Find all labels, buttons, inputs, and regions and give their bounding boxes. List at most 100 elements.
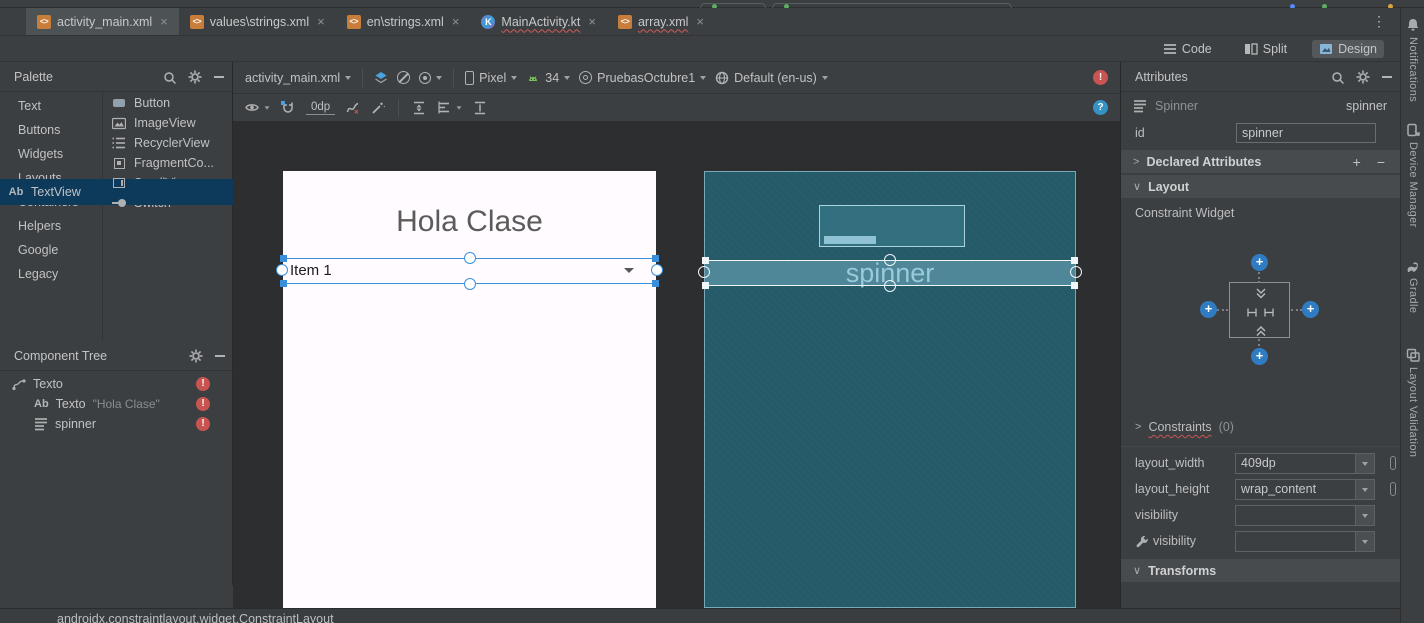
resize-handle[interactable] [702,282,709,289]
blueprint-textview[interactable] [819,205,965,247]
search-icon[interactable] [163,71,176,84]
resize-handle[interactable] [280,280,287,287]
breadcrumb[interactable]: androidx.constraintlayout.widget.Constra… [57,612,334,623]
error-badge[interactable]: ! [196,417,210,431]
constraint-anchor-right[interactable] [651,264,663,276]
no-design-tools-icon[interactable] [397,71,410,84]
palette-item-recyclerview[interactable]: RecyclerView [103,133,233,153]
add-bottom-constraint-button[interactable]: + [1251,348,1268,365]
preview-textview-hola-clase[interactable]: Hola Clase [283,205,656,239]
pack-icon[interactable] [412,101,426,115]
declared-attributes-section[interactable]: > Declared Attributes + − [1121,150,1401,173]
resize-handle[interactable] [652,280,659,287]
layout-height-combo[interactable]: wrap_content [1235,479,1375,500]
design-surface-phone[interactable]: Hola Clase Item 1 [283,171,656,608]
resize-handle[interactable] [280,255,287,262]
visibility-combo[interactable] [1235,505,1375,526]
dropdown-arrow-icon[interactable] [1355,532,1374,551]
palette-category-helpers[interactable]: Helpers [0,214,102,238]
palette-category-text[interactable]: Text [0,94,102,118]
tree-row-constraintlayout[interactable]: Texto ! [0,374,233,394]
more-options-icon[interactable]: ⋮ [1372,13,1386,30]
mode-split-button[interactable]: Split [1237,40,1294,58]
add-attribute-button[interactable]: + [1353,154,1361,170]
constraint-anchor-top[interactable] [464,252,476,264]
color-actions-dropdown[interactable] [419,72,442,84]
constraint-anchor-top[interactable] [884,254,896,266]
expand-vertical-icon[interactable] [473,101,487,115]
layout-errors-icon[interactable]: ! [1093,70,1108,85]
dropdown-arrow-icon[interactable] [1355,506,1374,525]
tab-mainactivity-kt[interactable]: K MainActivity.kt × [470,8,607,35]
autoconnect-off-icon[interactable] [281,101,295,115]
remove-attribute-button[interactable]: − [1377,154,1385,170]
resize-handle[interactable] [1071,257,1078,264]
close-icon[interactable]: × [696,14,704,29]
minimize-icon[interactable] [214,76,224,78]
infer-constraints-icon[interactable] [371,101,385,115]
add-top-constraint-button[interactable]: + [1251,254,1268,271]
tree-row-textview[interactable]: Ab Texto "Hola Clase" ! [0,394,233,414]
constraint-anchor-left[interactable] [276,264,288,276]
layout-section[interactable]: ∨ Layout [1121,175,1401,198]
minimize-icon[interactable] [215,355,225,357]
mode-code-button[interactable]: Code [1156,40,1219,58]
gear-icon[interactable] [189,349,203,363]
close-icon[interactable]: × [588,14,596,29]
tools-visibility-combo[interactable] [1235,531,1375,552]
horizontal-constraint-icon[interactable] [1247,308,1257,317]
align-dropdown[interactable] [437,101,462,114]
resize-handle[interactable] [652,255,659,262]
error-badge[interactable]: ! [196,377,210,391]
palette-category-buttons[interactable]: Buttons [0,118,102,142]
view-options-dropdown[interactable] [245,101,270,114]
gear-icon[interactable] [188,70,202,84]
palette-category-widgets[interactable]: Widgets [0,142,102,166]
minimize-icon[interactable] [1382,76,1392,78]
view-mode-layers-dropdown[interactable] [374,71,388,84]
file-selector-dropdown[interactable]: activity_main.xml [245,71,351,85]
tab-activity-main-xml[interactable]: <> activity_main.xml × [26,8,179,35]
dropdown-arrow-icon[interactable] [1355,480,1374,499]
api-selector-dropdown[interactable]: 34 [526,71,570,85]
palette-item-imageview[interactable]: ImageView [103,113,233,133]
tool-device-manager[interactable]: Device Manager [1401,123,1424,228]
locale-selector-dropdown[interactable]: Default (en-us) [715,71,828,85]
chevron-double-down-icon[interactable] [1255,288,1267,299]
palette-item-button[interactable]: Button [103,93,233,113]
clear-constraints-icon[interactable] [346,101,360,115]
horizontal-constraint-icon[interactable] [1264,308,1274,317]
constraint-anchor-bottom[interactable] [464,278,476,290]
tab-values-strings-xml[interactable]: <> values\strings.xml × [179,8,336,35]
transforms-section[interactable]: ∨ Transforms [1121,559,1401,582]
design-canvas[interactable]: Hola Clase Item 1 [233,122,1120,608]
search-icon[interactable] [1331,71,1344,84]
tool-layout-validation[interactable]: Layout Validation [1401,348,1424,457]
dropdown-arrow-icon[interactable] [1355,454,1374,473]
palette-category-google[interactable]: Google [0,238,102,262]
palette-item-fragmentcontainer[interactable]: FragmentCo... [103,153,233,173]
constraint-anchor-bottom[interactable] [884,280,896,292]
constraint-anchor-left[interactable] [698,266,710,278]
chevron-double-up-icon[interactable] [1255,326,1267,337]
theme-selector-dropdown[interactable]: PruebasOctubre1 [579,71,706,85]
gear-icon[interactable] [1356,70,1370,84]
constraints-section[interactable]: > Constraints (0) [1135,420,1234,434]
resize-handle[interactable] [702,257,709,264]
resize-handle[interactable] [1071,282,1078,289]
tab-en-strings-xml[interactable]: <> en\strings.xml × [336,8,471,35]
mode-design-button[interactable]: Design [1312,40,1384,58]
layout-width-combo[interactable]: 409dp [1235,453,1375,474]
add-left-constraint-button[interactable]: + [1200,301,1217,318]
error-badge[interactable]: ! [196,397,210,411]
constraint-anchor-right[interactable] [1070,266,1082,278]
palette-category-legacy[interactable]: Legacy [0,262,102,286]
tab-array-xml[interactable]: <> array.xml × [607,8,715,35]
tool-notifications[interactable]: Notifications [1401,18,1424,102]
help-icon[interactable]: ? [1093,100,1108,115]
id-input[interactable] [1236,123,1376,143]
close-icon[interactable]: × [317,14,325,29]
add-right-constraint-button[interactable]: + [1302,301,1319,318]
close-icon[interactable]: × [452,14,460,29]
default-margin-control[interactable]: 0dp [306,101,335,115]
